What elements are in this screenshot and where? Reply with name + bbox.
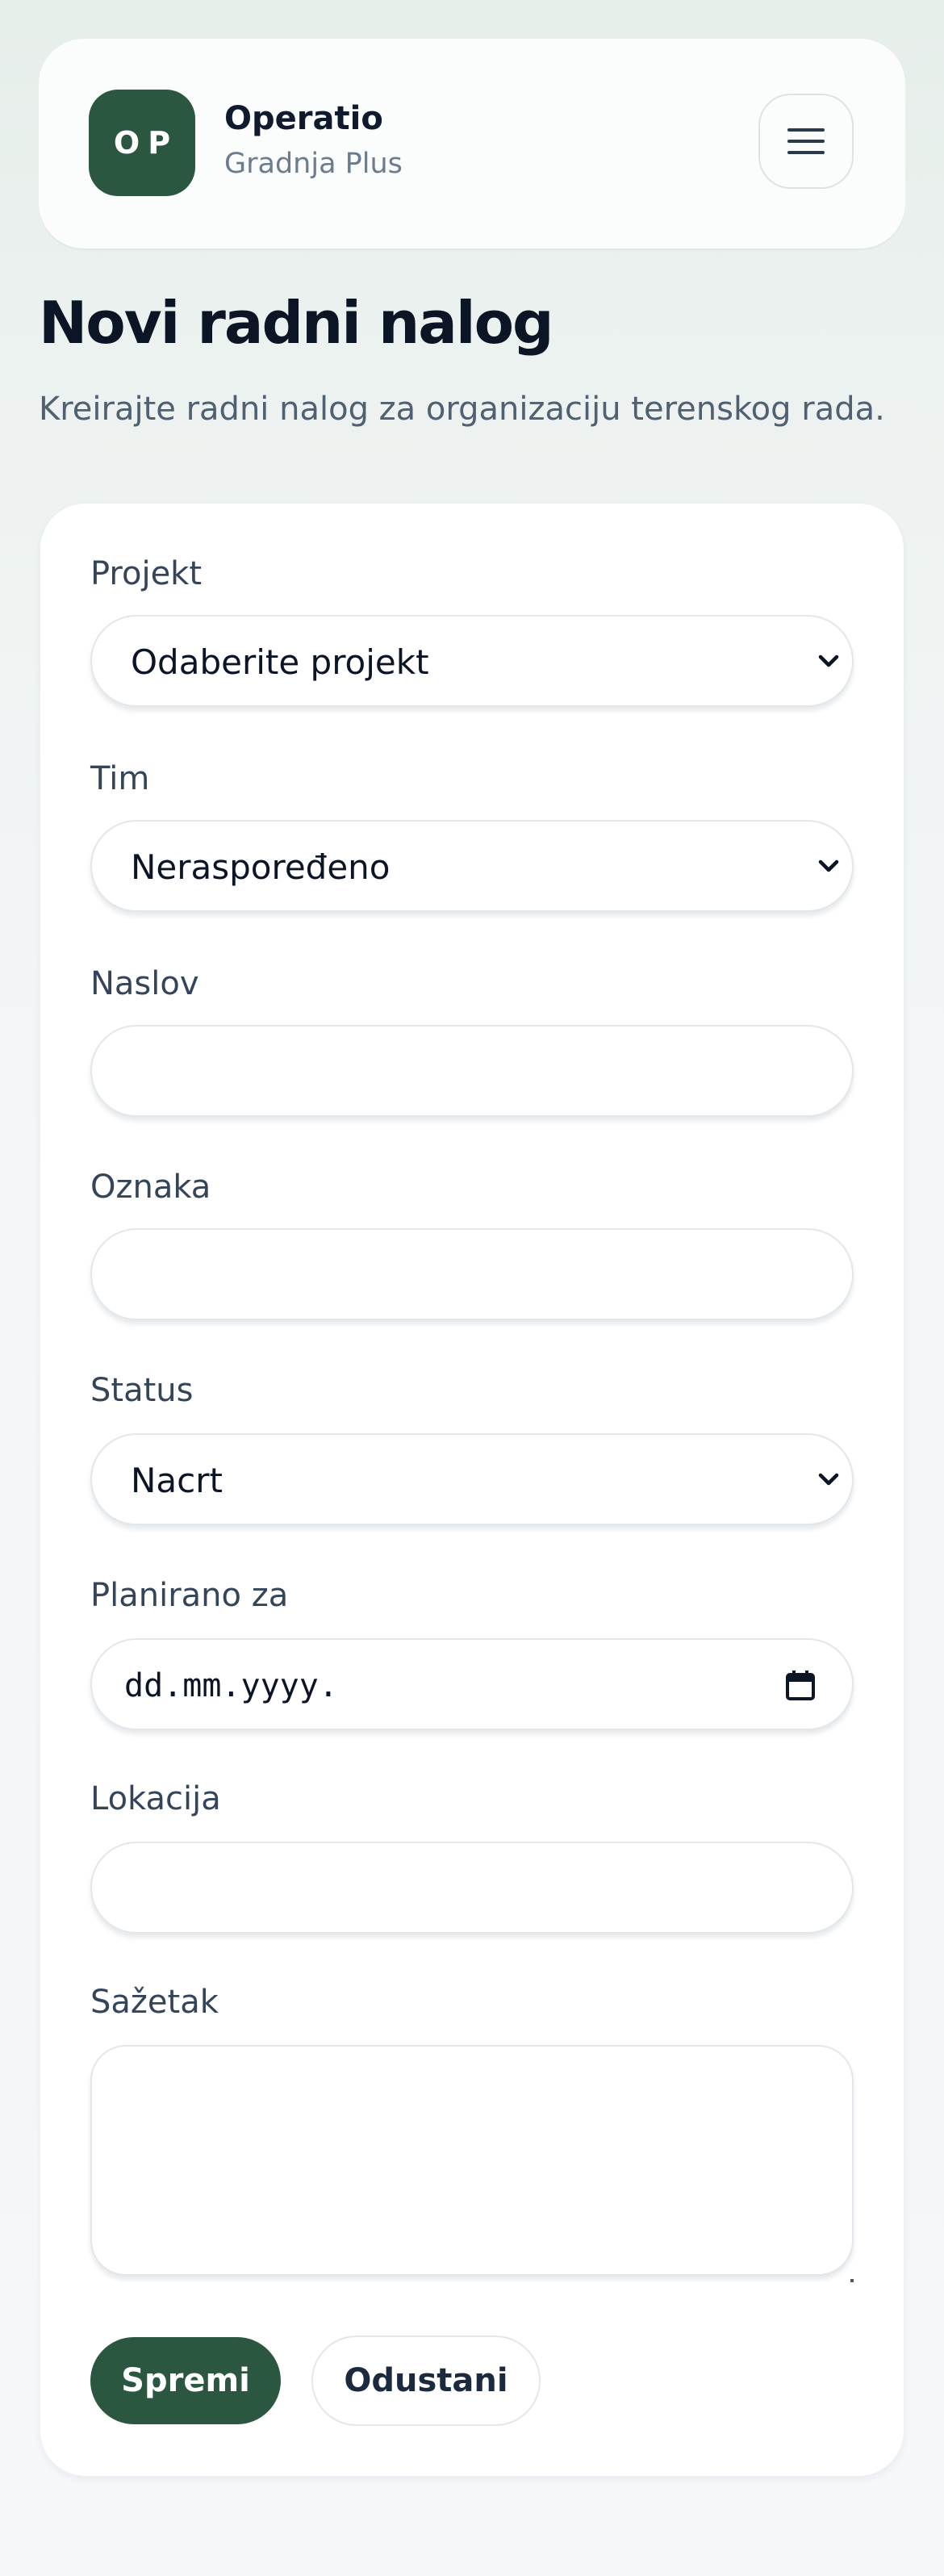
planned-date-label: Planirano za <box>90 1577 289 1614</box>
app-header: OP Operatio Gradnja Plus <box>39 39 905 249</box>
summary-textarea[interactable] <box>90 2045 854 2282</box>
location-input[interactable] <box>90 1842 854 1934</box>
calendar-icon[interactable] <box>784 1669 817 1701</box>
status-label: Status <box>90 1372 194 1409</box>
menu-button[interactable] <box>758 94 854 189</box>
chevron-down-icon <box>818 859 839 872</box>
location-label: Lokacija <box>90 1780 221 1817</box>
project-select[interactable]: Odaberite projekt <box>90 615 854 707</box>
planned-date-placeholder: dd.mm.yyyy. <box>124 1667 338 1704</box>
chevron-down-icon <box>818 1473 839 1486</box>
tag-input[interactable] <box>90 1228 854 1320</box>
page-title: Novi radni nalog <box>39 289 554 357</box>
tag-label: Oznaka <box>90 1169 211 1206</box>
status-select[interactable]: Nacrt <box>90 1433 854 1525</box>
page-description: Kreirajte radni nalog za organizaciju te… <box>39 391 885 428</box>
team-label: Tim <box>90 760 150 797</box>
planned-date-input[interactable]: dd.mm.yyyy. <box>90 1638 854 1730</box>
title-input[interactable] <box>90 1025 854 1117</box>
brand-name: Operatio <box>224 100 383 137</box>
summary-label: Sažetak <box>90 1984 219 2021</box>
work-order-form: Projekt Odaberite projekt Tim Neraspoređ… <box>40 504 904 2476</box>
hamburger-menu-icon <box>787 128 825 154</box>
status-select-value: Nacrt <box>131 1461 223 1500</box>
project-select-value: Odaberite projekt <box>131 642 429 682</box>
team-select-value: Neraspoređeno <box>131 847 391 887</box>
resize-handle[interactable] <box>850 2279 854 2282</box>
team-select[interactable]: Neraspoređeno <box>90 820 854 912</box>
company-name: Gradnja Plus <box>224 148 403 180</box>
logo: OP <box>89 90 195 196</box>
chevron-down-icon <box>818 654 839 667</box>
title-label: Naslov <box>90 965 199 1002</box>
project-label: Projekt <box>90 555 203 592</box>
save-button[interactable]: Spremi <box>90 2337 281 2424</box>
cancel-button[interactable]: Odustani <box>311 2336 541 2426</box>
